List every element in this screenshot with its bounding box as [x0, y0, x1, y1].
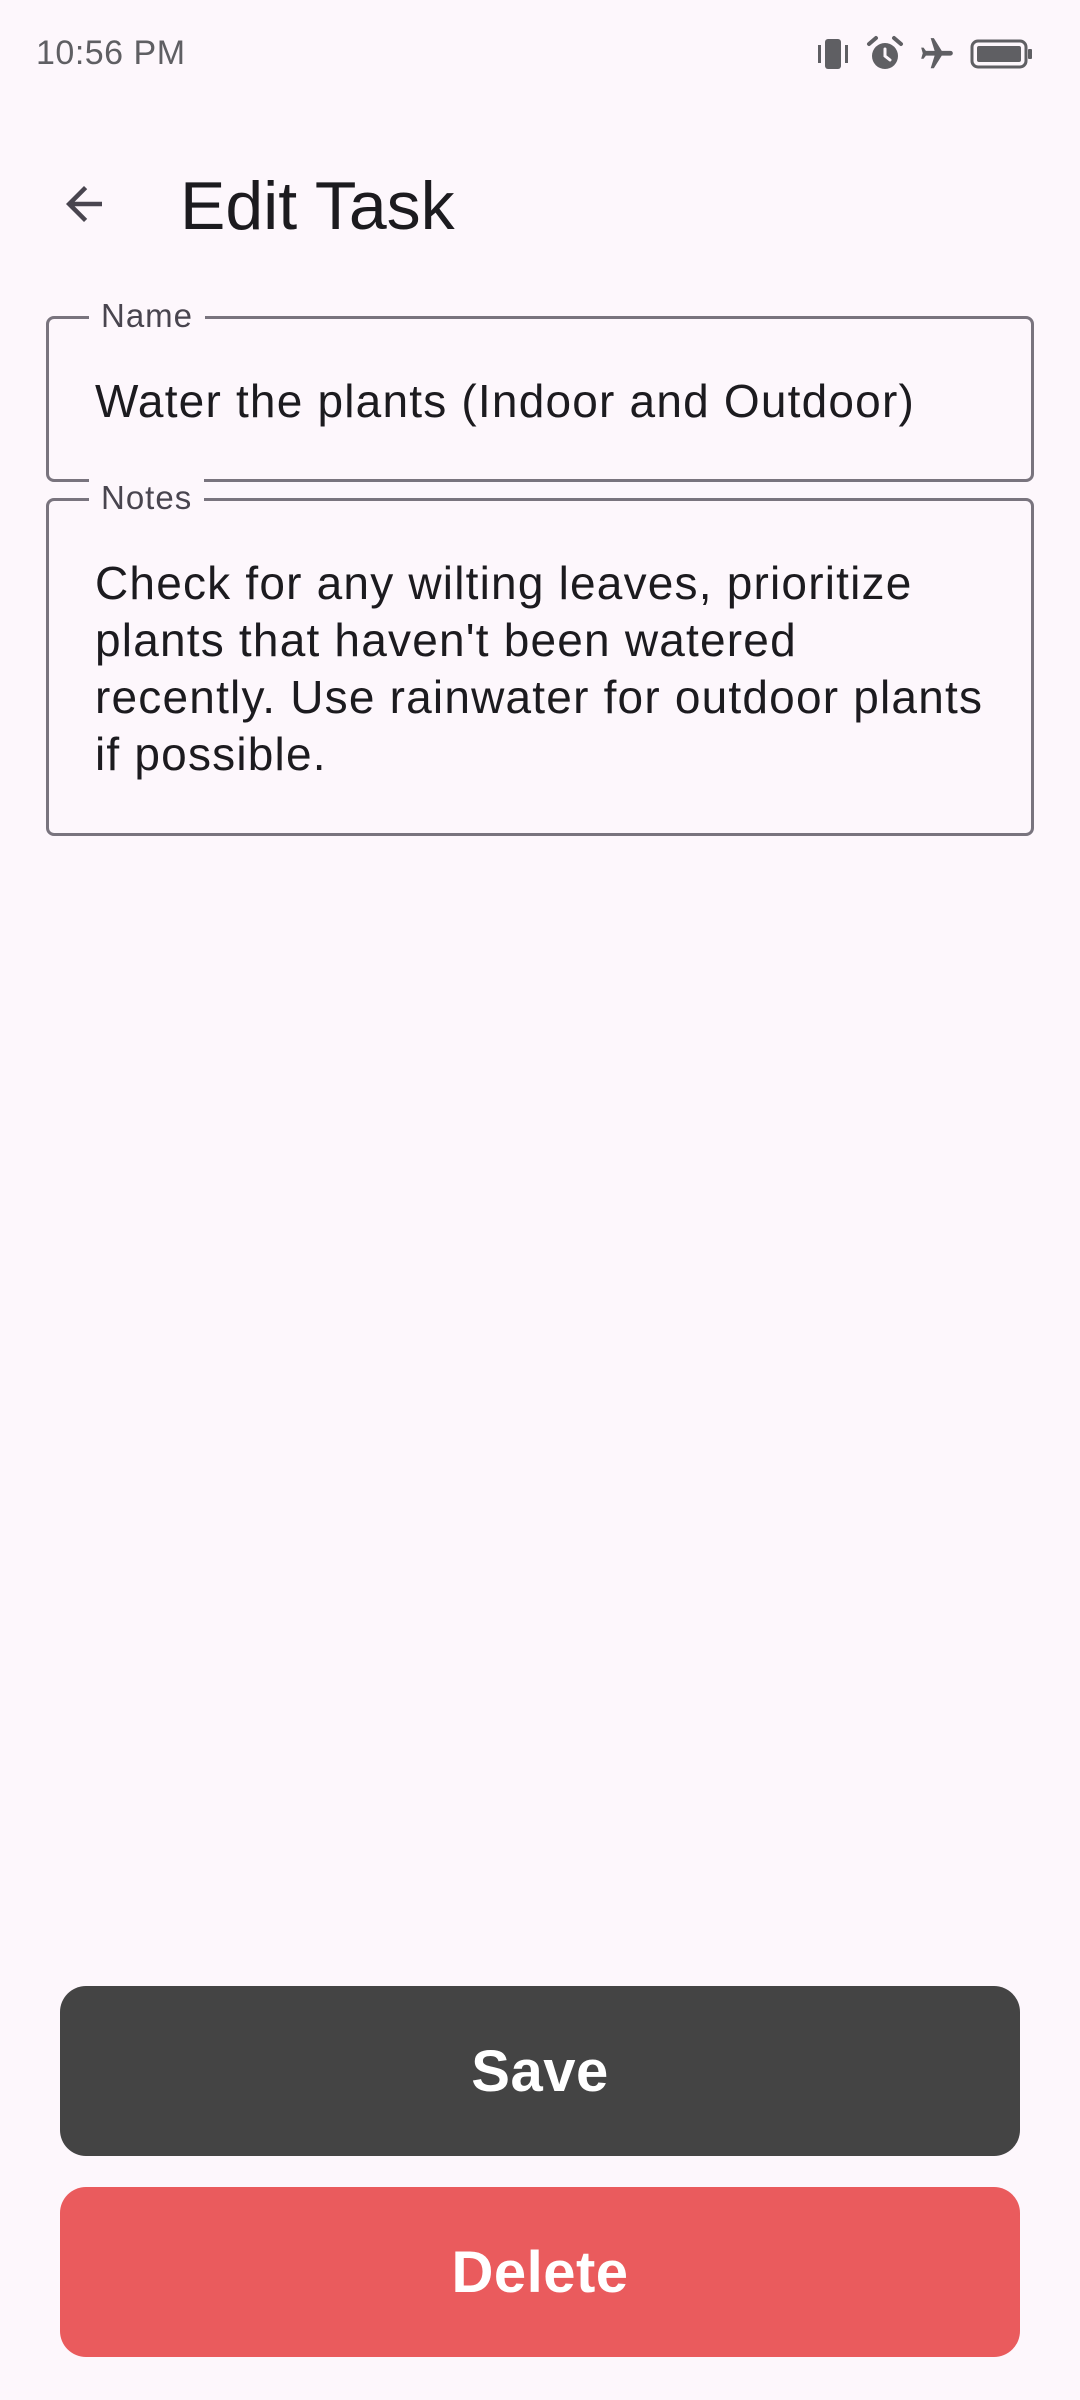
- back-button[interactable]: [40, 162, 128, 250]
- status-icons: [814, 34, 1034, 74]
- name-field[interactable]: Name Water the plants (Indoor and Outdoo…: [46, 295, 1034, 482]
- status-bar: 10:56 PM: [0, 0, 1080, 110]
- page-title: Edit Task: [180, 168, 455, 244]
- airplane-mode-icon: [918, 35, 956, 73]
- name-input[interactable]: Water the plants (Indoor and Outdoor): [95, 371, 991, 431]
- alarm-icon: [866, 35, 904, 73]
- delete-button[interactable]: Delete: [60, 2187, 1020, 2357]
- notes-field-label: Notes: [89, 477, 205, 519]
- notes-field[interactable]: Notes Check for any wilting leaves, prio…: [46, 477, 1034, 836]
- battery-icon: [970, 38, 1034, 70]
- arrow-back-icon: [57, 177, 111, 236]
- save-button[interactable]: Save: [60, 1986, 1020, 2156]
- status-time: 10:56 PM: [36, 34, 186, 72]
- notes-input[interactable]: Check for any wilting leaves, prioritize…: [95, 555, 991, 783]
- name-field-label: Name: [89, 295, 206, 337]
- vibrate-icon: [814, 36, 852, 72]
- top-app-bar: Edit Task: [0, 140, 1080, 270]
